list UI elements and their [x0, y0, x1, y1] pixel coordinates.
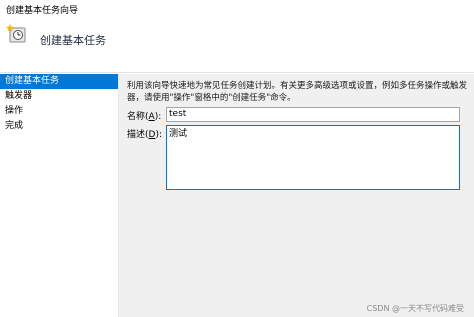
page-title: 创建基本任务: [40, 34, 106, 47]
title-bar: 创建基本任务向导: [0, 0, 474, 17]
step-action[interactable]: 操作: [0, 104, 118, 119]
wizard-content: 利用该向导快速地为常见任务创建计划。有关更多高级选项或设置，例如多任务操作或触发…: [119, 74, 474, 317]
description-label: 描述(D):: [127, 130, 162, 140]
task-wizard-icon: [6, 24, 26, 43]
step-label: 创建基本任务: [5, 76, 60, 86]
watermark: CSDN @一天不写代码难受: [366, 304, 464, 313]
window-title: 创建基本任务向导: [6, 6, 79, 16]
description-textarea[interactable]: 测试: [166, 125, 460, 190]
step-label: 操作: [5, 106, 24, 116]
step-trigger[interactable]: 触发器: [0, 89, 118, 104]
wizard-description: 利用该向导快速地为常见任务创建计划。有关更多高级选项或设置，例如多任务操作或触发…: [127, 81, 468, 103]
step-label: 完成: [5, 121, 24, 131]
wizard-header: 创建基本任务: [0, 17, 474, 73]
name-label: 名称(A):: [127, 112, 162, 122]
step-finish[interactable]: 完成: [0, 119, 118, 134]
step-create-basic-task[interactable]: 创建基本任务: [0, 74, 118, 89]
wizard-steps: 创建基本任务 触发器 操作 完成: [0, 74, 119, 317]
name-input[interactable]: test: [166, 107, 460, 122]
step-label: 触发器: [5, 91, 33, 101]
